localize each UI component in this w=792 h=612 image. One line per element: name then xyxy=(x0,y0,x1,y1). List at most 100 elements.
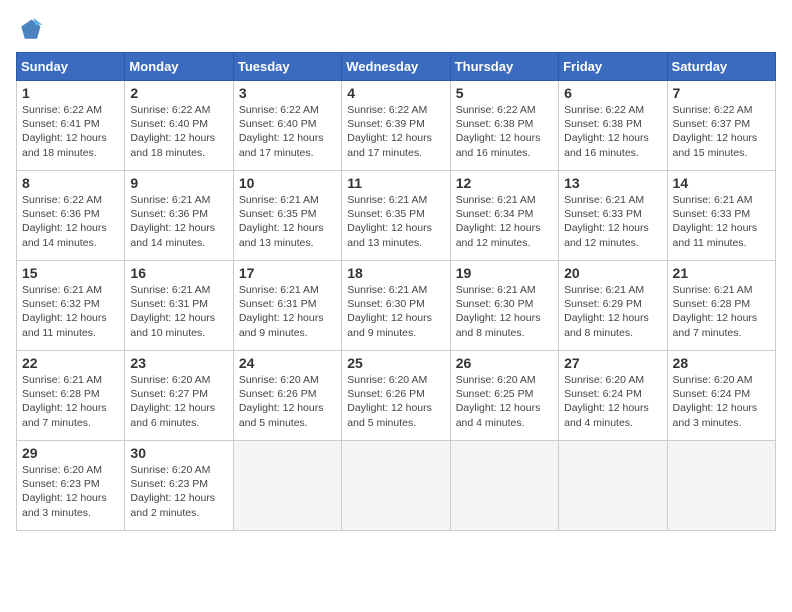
calendar-cell xyxy=(559,441,667,531)
day-number: 16 xyxy=(130,265,227,281)
day-info: Sunrise: 6:20 AMSunset: 6:27 PMDaylight:… xyxy=(130,373,227,430)
calendar-cell: 4 Sunrise: 6:22 AMSunset: 6:39 PMDayligh… xyxy=(342,81,450,171)
day-info: Sunrise: 6:21 AMSunset: 6:28 PMDaylight:… xyxy=(22,373,119,430)
calendar-cell: 11 Sunrise: 6:21 AMSunset: 6:35 PMDaylig… xyxy=(342,171,450,261)
weekday-thursday: Thursday xyxy=(450,53,558,81)
day-number: 30 xyxy=(130,445,227,461)
day-info: Sunrise: 6:21 AMSunset: 6:33 PMDaylight:… xyxy=(673,193,770,250)
day-number: 8 xyxy=(22,175,119,191)
day-number: 18 xyxy=(347,265,444,281)
day-number: 4 xyxy=(347,85,444,101)
day-info: Sunrise: 6:21 AMSunset: 6:30 PMDaylight:… xyxy=(347,283,444,340)
day-number: 22 xyxy=(22,355,119,371)
calendar-cell: 26 Sunrise: 6:20 AMSunset: 6:25 PMDaylig… xyxy=(450,351,558,441)
day-number: 2 xyxy=(130,85,227,101)
calendar-cell: 16 Sunrise: 6:21 AMSunset: 6:31 PMDaylig… xyxy=(125,261,233,351)
day-number: 21 xyxy=(673,265,770,281)
day-info: Sunrise: 6:22 AMSunset: 6:38 PMDaylight:… xyxy=(456,103,553,160)
day-number: 12 xyxy=(456,175,553,191)
calendar-cell: 17 Sunrise: 6:21 AMSunset: 6:31 PMDaylig… xyxy=(233,261,341,351)
day-number: 6 xyxy=(564,85,661,101)
weekday-sunday: Sunday xyxy=(17,53,125,81)
calendar-cell: 18 Sunrise: 6:21 AMSunset: 6:30 PMDaylig… xyxy=(342,261,450,351)
calendar-cell: 15 Sunrise: 6:21 AMSunset: 6:32 PMDaylig… xyxy=(17,261,125,351)
calendar-cell: 10 Sunrise: 6:21 AMSunset: 6:35 PMDaylig… xyxy=(233,171,341,261)
calendar-week-4: 22 Sunrise: 6:21 AMSunset: 6:28 PMDaylig… xyxy=(17,351,776,441)
day-number: 20 xyxy=(564,265,661,281)
calendar-cell: 3 Sunrise: 6:22 AMSunset: 6:40 PMDayligh… xyxy=(233,81,341,171)
calendar-cell: 23 Sunrise: 6:20 AMSunset: 6:27 PMDaylig… xyxy=(125,351,233,441)
weekday-monday: Monday xyxy=(125,53,233,81)
day-info: Sunrise: 6:22 AMSunset: 6:41 PMDaylight:… xyxy=(22,103,119,160)
weekday-wednesday: Wednesday xyxy=(342,53,450,81)
calendar-week-2: 8 Sunrise: 6:22 AMSunset: 6:36 PMDayligh… xyxy=(17,171,776,261)
calendar-cell: 13 Sunrise: 6:21 AMSunset: 6:33 PMDaylig… xyxy=(559,171,667,261)
calendar-week-1: 1 Sunrise: 6:22 AMSunset: 6:41 PMDayligh… xyxy=(17,81,776,171)
day-info: Sunrise: 6:22 AMSunset: 6:39 PMDaylight:… xyxy=(347,103,444,160)
day-number: 26 xyxy=(456,355,553,371)
weekday-friday: Friday xyxy=(559,53,667,81)
day-number: 9 xyxy=(130,175,227,191)
calendar-cell: 2 Sunrise: 6:22 AMSunset: 6:40 PMDayligh… xyxy=(125,81,233,171)
calendar-cell: 22 Sunrise: 6:21 AMSunset: 6:28 PMDaylig… xyxy=(17,351,125,441)
day-info: Sunrise: 6:21 AMSunset: 6:36 PMDaylight:… xyxy=(130,193,227,250)
calendar-table: SundayMondayTuesdayWednesdayThursdayFrid… xyxy=(16,52,776,531)
day-number: 1 xyxy=(22,85,119,101)
day-number: 29 xyxy=(22,445,119,461)
day-number: 23 xyxy=(130,355,227,371)
day-info: Sunrise: 6:20 AMSunset: 6:25 PMDaylight:… xyxy=(456,373,553,430)
calendar-cell xyxy=(342,441,450,531)
day-number: 19 xyxy=(456,265,553,281)
day-info: Sunrise: 6:22 AMSunset: 6:40 PMDaylight:… xyxy=(130,103,227,160)
calendar-cell: 19 Sunrise: 6:21 AMSunset: 6:30 PMDaylig… xyxy=(450,261,558,351)
day-number: 5 xyxy=(456,85,553,101)
day-info: Sunrise: 6:21 AMSunset: 6:35 PMDaylight:… xyxy=(347,193,444,250)
calendar-cell: 21 Sunrise: 6:21 AMSunset: 6:28 PMDaylig… xyxy=(667,261,775,351)
calendar-cell: 6 Sunrise: 6:22 AMSunset: 6:38 PMDayligh… xyxy=(559,81,667,171)
day-info: Sunrise: 6:21 AMSunset: 6:29 PMDaylight:… xyxy=(564,283,661,340)
page-header xyxy=(16,16,776,44)
calendar-body: 1 Sunrise: 6:22 AMSunset: 6:41 PMDayligh… xyxy=(17,81,776,531)
calendar-cell: 27 Sunrise: 6:20 AMSunset: 6:24 PMDaylig… xyxy=(559,351,667,441)
weekday-header-row: SundayMondayTuesdayWednesdayThursdayFrid… xyxy=(17,53,776,81)
day-info: Sunrise: 6:21 AMSunset: 6:35 PMDaylight:… xyxy=(239,193,336,250)
day-info: Sunrise: 6:22 AMSunset: 6:40 PMDaylight:… xyxy=(239,103,336,160)
day-info: Sunrise: 6:20 AMSunset: 6:26 PMDaylight:… xyxy=(347,373,444,430)
day-number: 14 xyxy=(673,175,770,191)
day-info: Sunrise: 6:21 AMSunset: 6:31 PMDaylight:… xyxy=(130,283,227,340)
calendar-cell: 1 Sunrise: 6:22 AMSunset: 6:41 PMDayligh… xyxy=(17,81,125,171)
calendar-cell: 25 Sunrise: 6:20 AMSunset: 6:26 PMDaylig… xyxy=(342,351,450,441)
weekday-saturday: Saturday xyxy=(667,53,775,81)
day-info: Sunrise: 6:21 AMSunset: 6:32 PMDaylight:… xyxy=(22,283,119,340)
calendar-cell: 5 Sunrise: 6:22 AMSunset: 6:38 PMDayligh… xyxy=(450,81,558,171)
calendar-cell: 8 Sunrise: 6:22 AMSunset: 6:36 PMDayligh… xyxy=(17,171,125,261)
day-number: 25 xyxy=(347,355,444,371)
day-info: Sunrise: 6:22 AMSunset: 6:37 PMDaylight:… xyxy=(673,103,770,160)
day-number: 11 xyxy=(347,175,444,191)
general-blue-logo-icon xyxy=(16,16,44,44)
day-info: Sunrise: 6:20 AMSunset: 6:26 PMDaylight:… xyxy=(239,373,336,430)
logo xyxy=(16,16,48,44)
calendar-cell: 14 Sunrise: 6:21 AMSunset: 6:33 PMDaylig… xyxy=(667,171,775,261)
day-number: 15 xyxy=(22,265,119,281)
calendar-week-3: 15 Sunrise: 6:21 AMSunset: 6:32 PMDaylig… xyxy=(17,261,776,351)
calendar-cell xyxy=(233,441,341,531)
day-info: Sunrise: 6:21 AMSunset: 6:33 PMDaylight:… xyxy=(564,193,661,250)
day-info: Sunrise: 6:20 AMSunset: 6:23 PMDaylight:… xyxy=(22,463,119,520)
calendar-cell: 12 Sunrise: 6:21 AMSunset: 6:34 PMDaylig… xyxy=(450,171,558,261)
day-number: 3 xyxy=(239,85,336,101)
day-number: 7 xyxy=(673,85,770,101)
day-number: 24 xyxy=(239,355,336,371)
calendar-cell: 7 Sunrise: 6:22 AMSunset: 6:37 PMDayligh… xyxy=(667,81,775,171)
day-info: Sunrise: 6:21 AMSunset: 6:28 PMDaylight:… xyxy=(673,283,770,340)
calendar-week-5: 29 Sunrise: 6:20 AMSunset: 6:23 PMDaylig… xyxy=(17,441,776,531)
calendar-cell xyxy=(667,441,775,531)
calendar-cell: 28 Sunrise: 6:20 AMSunset: 6:24 PMDaylig… xyxy=(667,351,775,441)
day-number: 17 xyxy=(239,265,336,281)
calendar-cell xyxy=(450,441,558,531)
calendar-cell: 30 Sunrise: 6:20 AMSunset: 6:23 PMDaylig… xyxy=(125,441,233,531)
day-info: Sunrise: 6:21 AMSunset: 6:30 PMDaylight:… xyxy=(456,283,553,340)
day-info: Sunrise: 6:20 AMSunset: 6:24 PMDaylight:… xyxy=(673,373,770,430)
day-number: 27 xyxy=(564,355,661,371)
calendar-cell: 9 Sunrise: 6:21 AMSunset: 6:36 PMDayligh… xyxy=(125,171,233,261)
